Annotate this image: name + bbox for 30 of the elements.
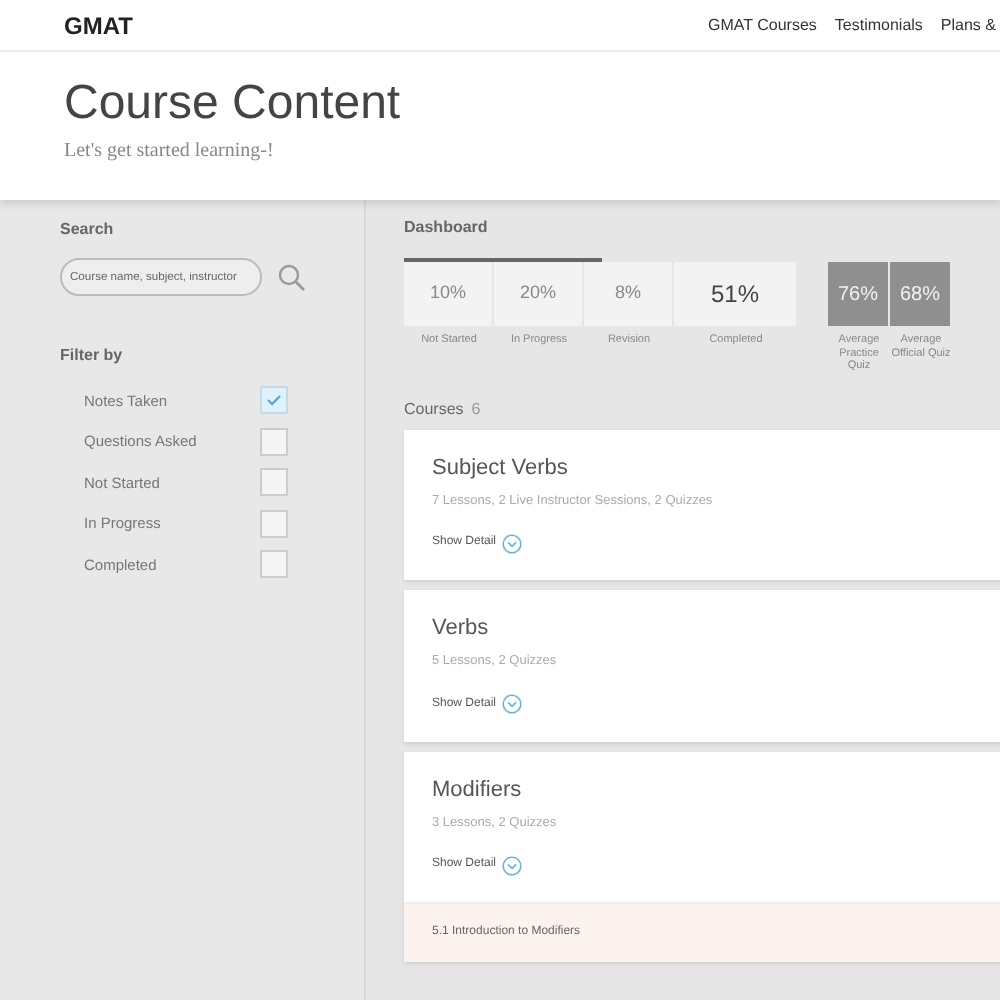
stat-tile: 51% [674, 262, 798, 326]
chevron-circle-icon [502, 855, 523, 876]
course-title: Modifiers [430, 775, 524, 804]
nav-link[interactable]: Plans & [940, 13, 996, 37]
checkbox[interactable] [260, 468, 288, 497]
page-subtitle: Let's get started learning-! [64, 138, 276, 167]
stat-tile: 76% [828, 262, 890, 326]
course-count: 6 [471, 397, 481, 422]
course-title: Verbs [430, 614, 491, 643]
checkbox[interactable] [260, 509, 288, 538]
nav-link[interactable]: GMAT Courses [708, 13, 817, 37]
stat-tile: 8% [584, 262, 674, 326]
checkbox[interactable] [260, 550, 288, 579]
filter-label: Filter by [60, 344, 125, 368]
brand-logo[interactable]: GMAT [64, 7, 133, 43]
checkmark-icon [266, 394, 282, 407]
section-title: Courses [404, 397, 464, 422]
chevron-circle-icon [502, 694, 523, 715]
nav-link[interactable]: Testimonials [834, 13, 923, 37]
course-title: Subject Verbs [430, 453, 570, 482]
search-label: Search [60, 218, 116, 242]
stat-tile: 68% [890, 262, 952, 326]
checkbox[interactable] [260, 386, 288, 415]
chevron-circle-icon [502, 533, 523, 554]
search-icon[interactable] [278, 263, 306, 291]
dashboard-title: Dashboard [404, 216, 490, 240]
checkbox[interactable] [260, 427, 288, 456]
page-title: Course Content [64, 78, 403, 131]
stat-tile: 20% [494, 262, 584, 326]
stat-tile: 10% [404, 262, 494, 326]
